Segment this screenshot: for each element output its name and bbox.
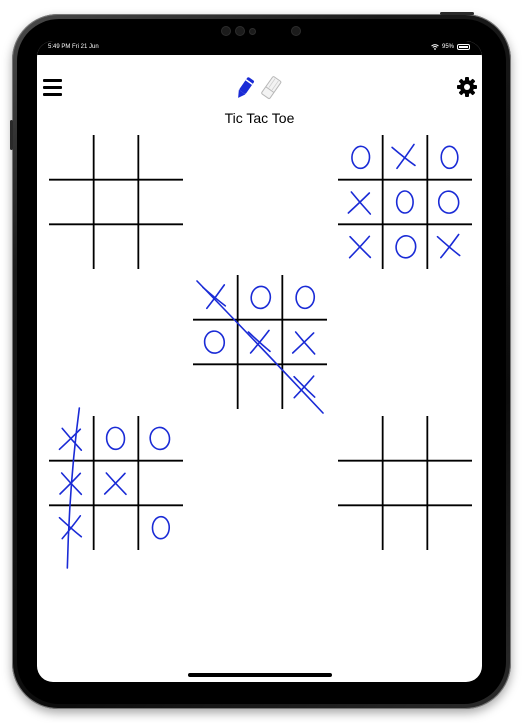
o-mark xyxy=(203,330,226,354)
x-mark xyxy=(291,331,316,355)
wifi-icon xyxy=(431,44,439,50)
o-mark xyxy=(250,285,272,310)
sensor-icon xyxy=(250,29,255,34)
o-mark xyxy=(395,190,414,214)
menu-line xyxy=(43,93,62,96)
x-mark xyxy=(202,284,227,310)
x-mark xyxy=(391,143,416,170)
pen-tool-button[interactable] xyxy=(234,75,256,101)
camera-housing xyxy=(218,24,304,38)
home-indicator[interactable] xyxy=(188,673,332,677)
o-mark xyxy=(437,190,460,214)
board-grid xyxy=(338,416,472,550)
o-mark xyxy=(440,145,459,170)
x-mark xyxy=(347,191,372,215)
pencil-icon xyxy=(238,77,254,98)
board-grid xyxy=(193,275,327,414)
status-indicators: 95% xyxy=(431,44,470,50)
board-center[interactable] xyxy=(193,275,327,414)
menu-line xyxy=(43,86,62,89)
menu-line xyxy=(43,79,62,82)
status-bar: 5:49 PM Fri 21 Jun 95% xyxy=(37,41,482,55)
x-mark xyxy=(58,514,83,540)
sensor-icon xyxy=(222,27,230,35)
eraser-tool-button[interactable] xyxy=(260,75,282,101)
win-strike-line xyxy=(196,280,324,414)
board-bottom-left[interactable] xyxy=(49,407,183,569)
o-mark xyxy=(149,426,171,451)
menu-button[interactable] xyxy=(43,79,63,97)
x-mark xyxy=(103,472,127,496)
board-bottom-right[interactable] xyxy=(338,416,472,550)
o-mark xyxy=(351,145,371,170)
settings-button[interactable] xyxy=(456,76,478,98)
top-button xyxy=(440,12,474,15)
board-top-left[interactable] xyxy=(49,135,183,269)
board-grid xyxy=(49,407,183,569)
app-screen: 5:49 PM Fri 21 Jun 95% Tic Tac Toe xyxy=(37,41,482,682)
battery-percent: 95% xyxy=(441,44,454,50)
board-top-right[interactable] xyxy=(338,135,472,269)
sensor-icon xyxy=(292,27,300,35)
o-mark xyxy=(395,234,417,259)
eraser-icon xyxy=(261,76,282,99)
o-mark xyxy=(151,515,171,540)
camera-icon xyxy=(236,27,244,35)
x-mark xyxy=(247,329,271,354)
x-mark xyxy=(58,427,83,452)
gear-icon xyxy=(457,77,477,97)
status-time: 5:49 PM Fri 21 Jun xyxy=(48,44,99,50)
battery-icon xyxy=(457,44,470,50)
board-grid xyxy=(338,135,472,269)
volume-button xyxy=(10,120,13,150)
x-mark xyxy=(436,233,461,259)
o-mark xyxy=(105,426,126,451)
board-grid xyxy=(49,135,183,269)
x-mark xyxy=(293,375,316,399)
app-title: Tic Tac Toe xyxy=(224,110,295,126)
x-mark xyxy=(348,235,372,259)
o-mark xyxy=(295,285,316,310)
